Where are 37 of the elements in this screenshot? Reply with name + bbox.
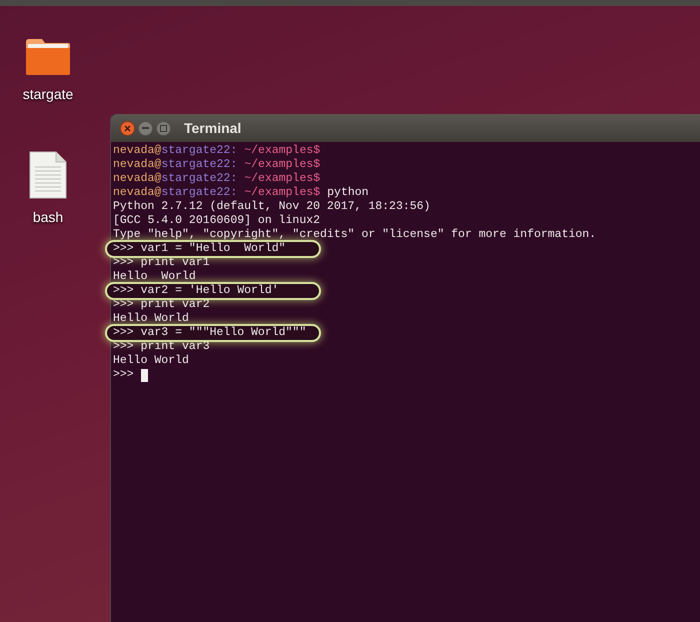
prompt-user: nevada@	[113, 144, 162, 158]
terminal-text: >>> var2 = 'Hello World'	[113, 284, 279, 298]
terminal-text: Type "help", "copyright", "credits" or "license" for more information.	[113, 228, 596, 242]
terminal-text: Hello World	[113, 312, 189, 326]
desktop-icon-label[interactable]: stargate	[22, 84, 74, 105]
prompt-host: stargate22:	[161, 158, 238, 172]
prompt-user: nevada@	[113, 186, 162, 200]
terminal-text: Python 2.7.12 (default, Nov 20 2017, 18:23:56)	[113, 200, 430, 214]
prompt-host: stargate22:	[161, 144, 238, 158]
prompt-user: nevada@	[113, 158, 162, 172]
minimize-icon	[142, 127, 149, 129]
window-title: Terminal	[184, 118, 242, 138]
command-text: python	[327, 186, 369, 200]
prompt-path: ~/examples$	[244, 158, 320, 172]
terminal-text: >>> print var2	[113, 298, 210, 312]
close-icon	[124, 124, 131, 132]
terminal-text: [GCC 5.4.0 20160609] on linux2	[113, 214, 320, 228]
terminal-text: Hello World	[113, 270, 196, 284]
terminal-text: >>> print var1	[113, 256, 210, 270]
maximize-icon	[160, 124, 167, 132]
prompt-path: ~/examples$	[244, 186, 320, 200]
prompt-path: ~/examples$	[244, 144, 320, 158]
terminal-text: >>> print var3	[113, 340, 210, 354]
terminal-text: Hello World	[113, 354, 189, 368]
terminal-text: >>> var3 = """Hello World"""	[113, 326, 306, 340]
maximize-button[interactable]	[156, 120, 171, 136]
desktop-icon-label[interactable]: bash	[32, 207, 64, 228]
terminal-prompt: >>>	[113, 368, 134, 382]
prompt-user: nevada@	[113, 172, 162, 186]
minimize-button[interactable]	[138, 120, 153, 136]
terminal-text: >>> var1 = "Hello World"	[113, 242, 286, 256]
folder-icon	[24, 36, 72, 76]
prompt-path: ~/examples$	[244, 172, 320, 186]
prompt-host: stargate22:	[161, 186, 238, 200]
document-icon	[29, 151, 67, 199]
prompt-host: stargate22:	[161, 172, 238, 186]
close-button[interactable]	[120, 120, 135, 136]
